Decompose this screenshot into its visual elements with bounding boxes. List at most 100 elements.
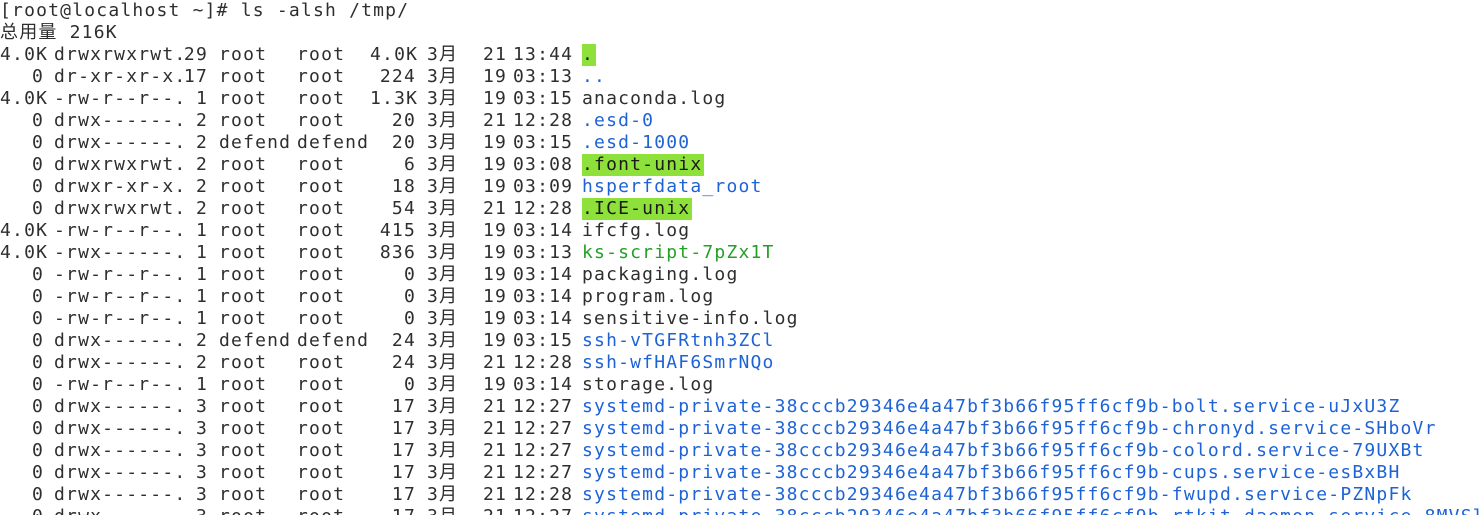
owner-cell: root bbox=[219, 462, 268, 483]
time-cell: 03:14 bbox=[513, 374, 574, 395]
group-cell: root bbox=[297, 110, 346, 131]
time-cell: 03:13 bbox=[513, 66, 574, 87]
group-cell: root bbox=[297, 462, 346, 483]
file-size-cell: 17 bbox=[391, 462, 416, 483]
day-cell: 21 bbox=[483, 440, 508, 461]
owner-cell: defend bbox=[219, 330, 292, 351]
day-cell: 21 bbox=[483, 396, 508, 417]
group-cell: root bbox=[297, 264, 346, 285]
month-cell: 3月 bbox=[427, 66, 459, 87]
link-count-cell: 3 bbox=[195, 418, 208, 439]
group-cell: root bbox=[297, 484, 346, 505]
listing-row: 0drwx------.3rootroot173月2112:27systemd-… bbox=[0, 506, 1480, 515]
link-count-cell: 1 bbox=[195, 88, 208, 109]
day-cell: 19 bbox=[483, 374, 508, 395]
file-name-cell: systemd-private-38cccb29346e4a47bf3b66f9… bbox=[582, 462, 1401, 483]
block-size-cell: 0 bbox=[31, 154, 44, 175]
file-name-cell: systemd-private-38cccb29346e4a47bf3b66f9… bbox=[582, 440, 1425, 461]
owner-cell: root bbox=[219, 418, 268, 439]
listing-row: 0 drwx------. 2 defend defend 20 3月 19 03:15 .esd… bbox=[0, 132, 1480, 154]
month-cell: 3月 bbox=[427, 44, 459, 65]
file-size-cell: 18 bbox=[391, 176, 416, 197]
file-name-cell: .. bbox=[582, 66, 607, 87]
time-cell: 03:15 bbox=[513, 330, 574, 351]
listing-row: 0 drwx------. 3 root root 17 3月 21 12:28 systemd-… bbox=[0, 484, 1480, 506]
group-cell: root bbox=[297, 440, 346, 461]
time-cell: 12:28 bbox=[513, 198, 574, 219]
file-size-cell: 17 bbox=[370, 506, 416, 515]
group-cell: root bbox=[297, 286, 346, 307]
file-name-cell: hsperfdata_root bbox=[582, 176, 763, 197]
owner-cell: root bbox=[219, 198, 268, 219]
listing-row: 4.0K -rw-r--r--. 1 root root 415 3月 19 03:14 ifcf… bbox=[0, 220, 1480, 242]
file-size-cell: 54 bbox=[391, 198, 416, 219]
file-name-cell: anaconda.log bbox=[582, 88, 727, 109]
time-cell: 12:27 bbox=[513, 418, 574, 439]
owner-cell: root bbox=[219, 506, 291, 515]
day-cell: 19 bbox=[483, 286, 508, 307]
day-cell: 21 bbox=[483, 352, 508, 373]
link-count-cell: 2 bbox=[195, 110, 208, 131]
month-cell: 3月 bbox=[427, 396, 459, 417]
file-name-cell: .ICE-unix bbox=[582, 198, 693, 220]
listing-row: 0 drwx------. 2 defend defend 24 3月 19 03:15 ssh-… bbox=[0, 330, 1480, 352]
listing-row: 0 -rw-r--r--. 1 root root 0 3月 19 03:14 sensitive… bbox=[0, 308, 1480, 330]
day-cell: 21 bbox=[483, 418, 508, 439]
block-size-cell: 0 bbox=[0, 506, 44, 515]
day-cell: 21 bbox=[483, 462, 508, 483]
file-size-cell: 224 bbox=[379, 66, 416, 87]
file-size-cell: 24 bbox=[391, 330, 416, 351]
file-size-cell: 0 bbox=[403, 374, 416, 395]
time-cell: 12:27 bbox=[513, 440, 574, 461]
link-count-cell: 29 bbox=[183, 44, 208, 65]
link-count-cell: 17 bbox=[183, 66, 208, 87]
group-cell: root bbox=[297, 242, 346, 263]
block-size-cell: 0 bbox=[31, 440, 44, 461]
block-size-cell: 4.0K bbox=[0, 220, 49, 241]
listing-row: 0 drwxrwxrwt. 2 root root 6 3月 19 03:08 .font-uni… bbox=[0, 154, 1480, 176]
block-size-cell: 4.0K bbox=[0, 88, 49, 109]
link-count-cell: 1 bbox=[195, 220, 208, 241]
link-count-cell: 3 bbox=[195, 484, 208, 505]
month-cell: 3月 bbox=[427, 132, 459, 153]
month-cell: 3月 bbox=[427, 308, 459, 329]
file-size-cell: 17 bbox=[391, 418, 416, 439]
group-cell: defend bbox=[297, 132, 370, 153]
file-name-cell: systemd-private-38cccb29346e4a47bf3b66f9… bbox=[582, 484, 1413, 505]
file-name-cell: .esd-0 bbox=[582, 110, 655, 131]
time-cell: 03:14 bbox=[513, 264, 574, 285]
group-cell: root bbox=[297, 44, 346, 65]
group-cell: root bbox=[297, 66, 346, 87]
time-cell: 12:28 bbox=[513, 352, 574, 373]
owner-cell: root bbox=[219, 88, 268, 109]
owner-cell: root bbox=[219, 440, 268, 461]
time-cell: 03:08 bbox=[513, 154, 574, 175]
month-cell: 3月 bbox=[427, 330, 459, 351]
time-cell: 03:14 bbox=[513, 286, 574, 307]
owner-cell: root bbox=[219, 220, 268, 241]
day-cell: 19 bbox=[483, 220, 508, 241]
file-size-cell: 24 bbox=[391, 352, 416, 373]
link-count-cell: 2 bbox=[195, 352, 208, 373]
block-size-cell: 0 bbox=[31, 374, 44, 395]
month-cell: 3月 bbox=[427, 462, 459, 483]
day-cell: 19 bbox=[483, 132, 508, 153]
month-cell: 3月 bbox=[427, 198, 459, 219]
group-cell: root bbox=[297, 396, 346, 417]
block-size-cell: 4.0K bbox=[0, 44, 49, 65]
time-cell: 03:15 bbox=[513, 88, 574, 109]
file-size-cell: 415 bbox=[379, 220, 416, 241]
day-cell: 19 bbox=[483, 176, 508, 197]
owner-cell: root bbox=[219, 374, 268, 395]
month-cell: 3月 bbox=[427, 110, 459, 131]
block-size-cell: 0 bbox=[31, 330, 44, 351]
terminal-window[interactable]: [root@localhost ~]# ls -alsh /tmp/ 总用量 2… bbox=[0, 0, 1480, 515]
time-cell: 12:27 bbox=[513, 462, 574, 483]
listing-row: 4.0K drwxrwxrwt. 29 root root 4.0K 3月 21 13:44. bbox=[0, 44, 1480, 66]
owner-cell: root bbox=[219, 242, 268, 263]
file-name-cell: ks-script-7pZx1T bbox=[582, 242, 775, 263]
day-cell: 19 bbox=[483, 242, 508, 263]
file-size-cell: 6 bbox=[403, 154, 416, 175]
group-cell: root bbox=[297, 506, 369, 515]
file-name-cell: ifcfg.log bbox=[582, 220, 691, 241]
